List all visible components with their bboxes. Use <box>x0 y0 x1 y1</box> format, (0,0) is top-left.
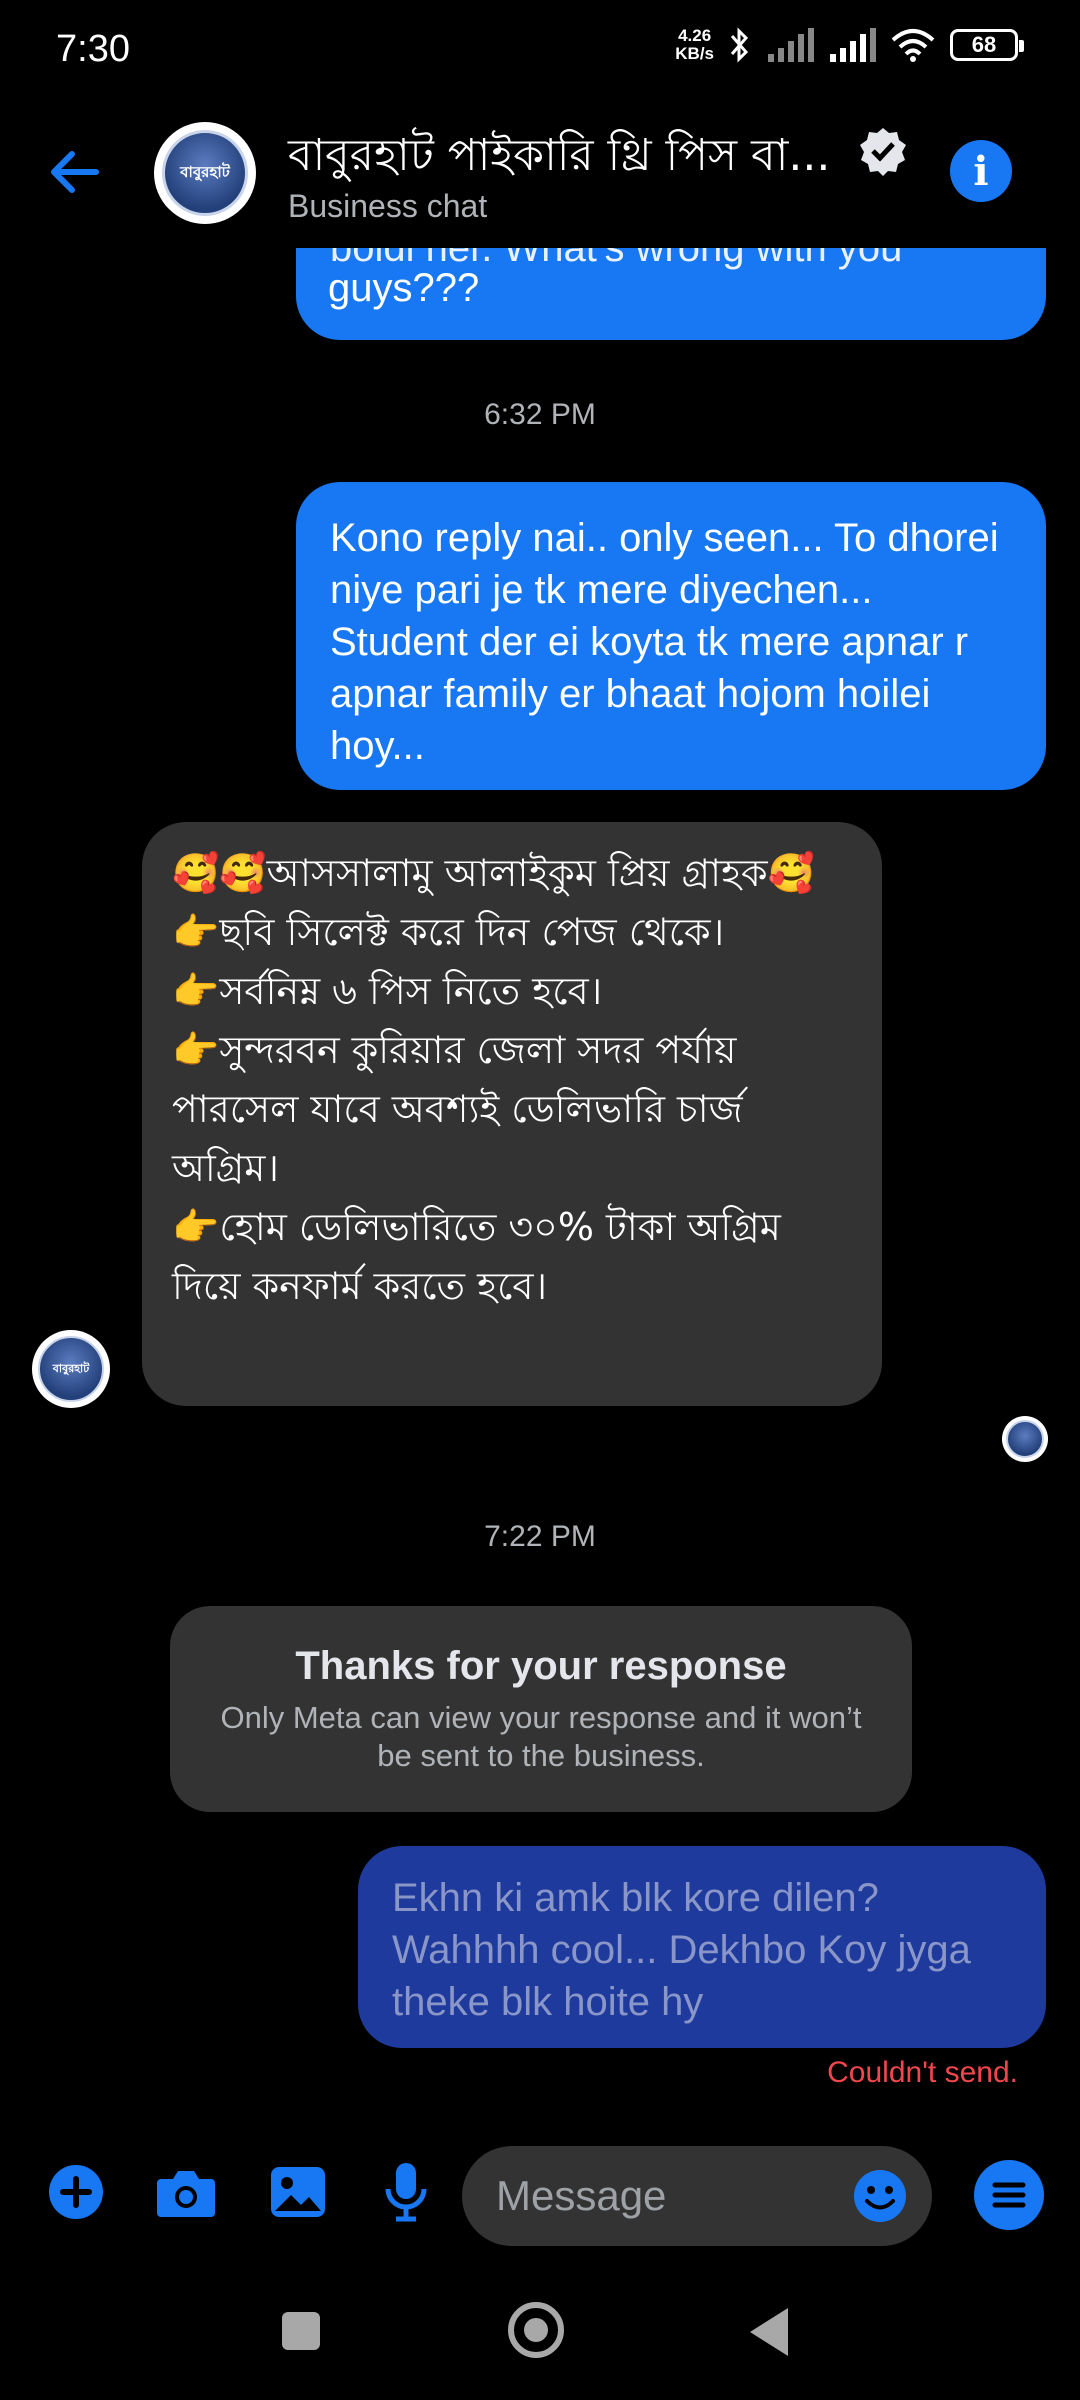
message-outgoing[interactable]: Kono reply nai.. only seen... To dhorei … <box>296 482 1046 790</box>
message-outgoing-failed[interactable]: Ekhn ki amk blk kore dilen? Wahhhh cool.… <box>358 1846 1046 2048</box>
message-incoming[interactable]: 🥰🥰আসসালামু আলাইকুম প্রিয় গ্রাহক🥰 👉ছবি স… <box>142 822 882 1406</box>
microphone-icon[interactable] <box>374 2160 438 2224</box>
bluetooth-icon <box>730 27 749 63</box>
system-nav-bar <box>0 2280 1080 2400</box>
sender-avatar[interactable]: বাবুরহাট <box>32 1330 110 1408</box>
verified-badge-icon <box>860 128 906 176</box>
read-receipt-avatar <box>1002 1416 1048 1462</box>
timestamp: 7:22 PM <box>484 1520 596 1553</box>
menu-icon[interactable] <box>974 2160 1044 2230</box>
recents-button[interactable] <box>282 2312 320 2350</box>
wifi-icon <box>891 29 935 62</box>
business-avatar[interactable]: বাবুরহাট <box>154 122 256 224</box>
signal-icon-2 <box>830 28 876 62</box>
message-composer <box>0 2130 1080 2266</box>
timestamp: 6:32 PM <box>484 398 596 431</box>
back-button[interactable] <box>750 2308 788 2356</box>
signal-icon <box>768 28 814 62</box>
status-bar: 7:30 4.26 KB/s 68 <box>0 0 1080 100</box>
chat-header: বাবুরহাট বাবুরহাট পাইকারি থ্রি পিস বা...… <box>0 100 1080 248</box>
read-receipt-logo <box>1006 1420 1044 1458</box>
notice-body: Only Meta can view your response and it … <box>220 1700 862 1773</box>
chat-subtitle: Business chat <box>288 188 488 224</box>
chat-title[interactable]: বাবুরহাট পাইকারি থ্রি পিস বা... <box>288 122 830 195</box>
battery-indicator: 68 <box>950 29 1024 61</box>
response-notice: Thanks for your response Only Meta can v… <box>170 1606 912 1812</box>
info-icon[interactable]: i <box>950 140 1012 202</box>
home-button[interactable] <box>508 2302 564 2358</box>
back-arrow-icon[interactable] <box>44 140 108 204</box>
emoji-icon[interactable] <box>852 2168 908 2224</box>
avatar-logo: বাবুরহাট <box>162 130 248 216</box>
network-speed: 4.26 KB/s <box>675 26 714 63</box>
avatar-logo-small: বাবুরহাট <box>38 1336 104 1402</box>
status-time: 7:30 <box>56 28 130 70</box>
camera-icon[interactable] <box>154 2160 218 2224</box>
status-icons: 4.26 KB/s 68 <box>675 26 1024 64</box>
send-failed-label[interactable]: Couldn't send. <box>827 2056 1018 2090</box>
notice-title: Thanks for your response <box>295 1644 787 1688</box>
gallery-icon[interactable] <box>266 2160 330 2224</box>
plus-icon[interactable] <box>44 2160 108 2224</box>
